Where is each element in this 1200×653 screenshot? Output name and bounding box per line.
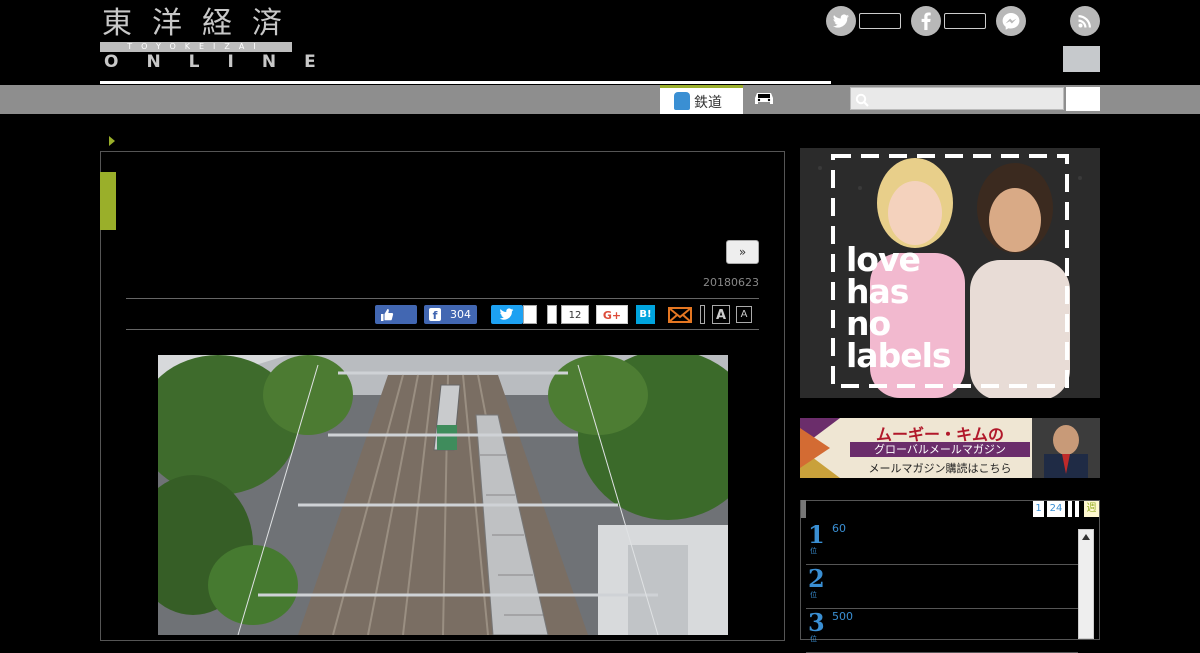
- comment-count: 12: [561, 305, 589, 324]
- article-photo: [158, 355, 728, 635]
- rank-title: 60: [832, 522, 846, 535]
- ranking-item[interactable]: 1 位 60: [806, 520, 1078, 565]
- tweet-button[interactable]: [491, 305, 523, 324]
- title-accent-bar: [100, 172, 116, 230]
- share-divider-bottom: [126, 329, 759, 330]
- search-button[interactable]: [1066, 87, 1100, 111]
- ranking-scrollbar[interactable]: [1078, 529, 1094, 639]
- twitter-bird-icon: [499, 308, 514, 320]
- site-logo[interactable]: 東洋経済 TOYOKEIZAI ONLINE: [100, 6, 316, 71]
- newsletter-cta: メールマガジン購読はこちら: [868, 462, 1012, 475]
- logo-online: ONLINE: [104, 52, 344, 72]
- rank-number: 1: [808, 520, 825, 549]
- rank-number: 2: [808, 564, 825, 593]
- car-icon[interactable]: [752, 90, 776, 106]
- gplus-share-button[interactable]: G+: [596, 305, 628, 324]
- search-input[interactable]: [850, 87, 1064, 110]
- comment-button[interactable]: [547, 305, 557, 324]
- sidebar-ad-banner[interactable]: love has no labels: [800, 148, 1100, 398]
- rank-number: 3: [808, 608, 825, 637]
- logo-subbar: TOYOKEIZAI: [100, 42, 292, 52]
- header-menu-button[interactable]: [1063, 46, 1100, 72]
- font-size-large-button[interactable]: A: [712, 305, 730, 324]
- rank-suffix: 位: [810, 635, 817, 643]
- ad-line-4: labels: [846, 336, 952, 375]
- article-date: 20180623: [703, 276, 759, 289]
- messenger-icon[interactable]: [996, 6, 1026, 36]
- print-button[interactable]: [700, 305, 705, 324]
- twitter-icon[interactable]: [826, 6, 856, 36]
- ranking-page-4[interactable]: [1075, 501, 1079, 517]
- tweet-count-box: [523, 305, 537, 324]
- newsletter-subtitle: グローバルメールマガジン: [850, 442, 1030, 457]
- ranking-tab-marker: [801, 500, 806, 518]
- hatena-bookmark-button[interactable]: B!: [636, 305, 655, 324]
- facebook-icon[interactable]: [911, 6, 941, 36]
- ranking-item[interactable]: 2 位: [806, 564, 1078, 609]
- search-icon: [855, 92, 869, 107]
- like-button[interactable]: [375, 305, 417, 324]
- header-divider: [100, 81, 831, 84]
- ranking-page-3[interactable]: [1068, 501, 1072, 517]
- facebook-icon: f: [429, 308, 441, 322]
- rank-suffix: 位: [810, 547, 817, 555]
- breadcrumb-arrow-icon: [109, 136, 115, 146]
- logo-kanji: 東洋経済: [102, 6, 302, 41]
- thumbs-up-icon: [381, 309, 394, 321]
- facebook-share-button[interactable]: f 304: [424, 305, 477, 324]
- facebook-share-count: 304: [450, 308, 471, 321]
- next-page-button[interactable]: »: [726, 240, 759, 264]
- twitter-count-pill[interactable]: [859, 13, 901, 29]
- rss-icon[interactable]: [1070, 6, 1100, 36]
- ad-headline: love has no labels: [846, 243, 952, 375]
- ranking-item[interactable]: 3 位 500: [806, 608, 1078, 653]
- font-size-small-button[interactable]: A: [736, 306, 752, 323]
- mail-icon: [668, 307, 692, 323]
- share-divider-top: [126, 298, 759, 299]
- ranking-page-1[interactable]: 1: [1033, 501, 1044, 517]
- rank-title: 500: [832, 610, 853, 623]
- scroll-up-icon[interactable]: [1082, 534, 1090, 540]
- rank-suffix: 位: [810, 591, 817, 599]
- ranking-page-24[interactable]: 24: [1047, 501, 1065, 517]
- train-icon: [674, 92, 690, 110]
- ranking-tab-weekly[interactable]: 週: [1084, 501, 1099, 517]
- tab-railway[interactable]: 鉄道: [660, 85, 743, 114]
- tab-railway-label: 鉄道: [694, 95, 722, 111]
- mail-share-button[interactable]: [668, 305, 692, 324]
- facebook-count-pill[interactable]: [944, 13, 986, 29]
- newsletter-banner[interactable]: ムーギー・キムの グローバルメールマガジン メールマガジン購読はこちら: [800, 418, 1100, 478]
